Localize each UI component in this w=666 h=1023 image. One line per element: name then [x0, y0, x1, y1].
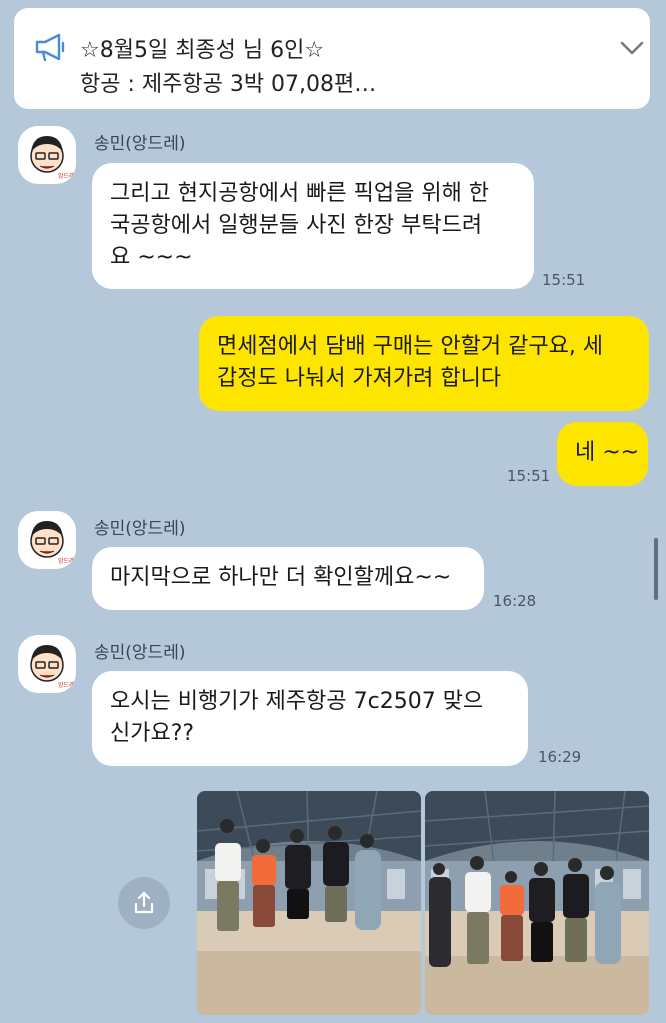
share-button[interactable]: [118, 877, 170, 929]
message-time: 16:28: [493, 592, 537, 610]
notice-subtitle: 항공 : 제주항공 3박 07,08편…: [80, 72, 377, 97]
share-icon: [134, 891, 154, 914]
svg-text:앙드레: 앙드레: [58, 557, 75, 565]
message-line: 국공항에서 일행분들 사진 한장 부탁드려: [110, 213, 483, 238]
message-line: 요 ~~~: [110, 245, 193, 270]
photo-thumbnail[interactable]: [425, 791, 649, 1015]
message-line: 그리고 현지공항에서 빠른 픽업을 위해 한: [110, 181, 490, 206]
message-line: 갑정도 나눠서 가져가려 합니다: [217, 366, 502, 391]
message-text: 네 ~~: [575, 440, 640, 465]
message-line: 면세점에서 담배 구매는 안할거 같구요, 세: [217, 334, 604, 359]
my-message-bubble[interactable]: 면세점에서 담배 구매는 안할거 같구요, 세 갑정도 나눠서 가져가려 합니다: [199, 316, 649, 411]
notice-title: ☆8월5일 최종성 님 6인☆: [80, 38, 325, 63]
message-bubble[interactable]: 마지막으로 하나만 더 확인할께요~~: [92, 547, 484, 610]
photo-thumbnail[interactable]: [197, 791, 421, 1015]
message-time: 16:29: [538, 748, 582, 766]
avatar[interactable]: 앙드레: [18, 126, 76, 184]
svg-text:앙드레: 앙드레: [58, 681, 75, 689]
chat-screen: ☆8월5일 최종성 님 6인☆ 항공 : 제주항공 3박 07,08편… 앙드레…: [0, 0, 666, 1023]
message-bubble[interactable]: 그리고 현지공항에서 빠른 픽업을 위해 한 국공항에서 일행분들 사진 한장 …: [92, 163, 534, 289]
message-text: 마지막으로 하나만 더 확인할께요~~: [110, 565, 452, 590]
message-bubble[interactable]: 오시는 비행기가 제주항공 7c2507 맞으 신가요??: [92, 671, 528, 766]
chevron-down-icon[interactable]: [620, 40, 644, 56]
scrollbar[interactable]: [654, 538, 658, 600]
message-time: 15:51: [542, 271, 586, 289]
notice-banner[interactable]: ☆8월5일 최종성 님 6인☆ 항공 : 제주항공 3박 07,08편…: [14, 8, 650, 109]
svg-text:앙드레: 앙드레: [58, 172, 75, 180]
avatar[interactable]: 앙드레: [18, 511, 76, 569]
message-line: 오시는 비행기가 제주항공 7c2507 맞으: [110, 689, 484, 714]
avatar[interactable]: 앙드레: [18, 635, 76, 693]
megaphone-icon: [35, 33, 65, 62]
sender-name: 송민(앙드레): [94, 519, 186, 539]
sender-name: 송민(앙드레): [94, 134, 186, 154]
my-message-bubble[interactable]: 네 ~~: [557, 422, 648, 486]
message-time: 15:51: [507, 467, 551, 485]
sender-name: 송민(앙드레): [94, 643, 186, 663]
message-line: 신가요??: [110, 721, 195, 746]
